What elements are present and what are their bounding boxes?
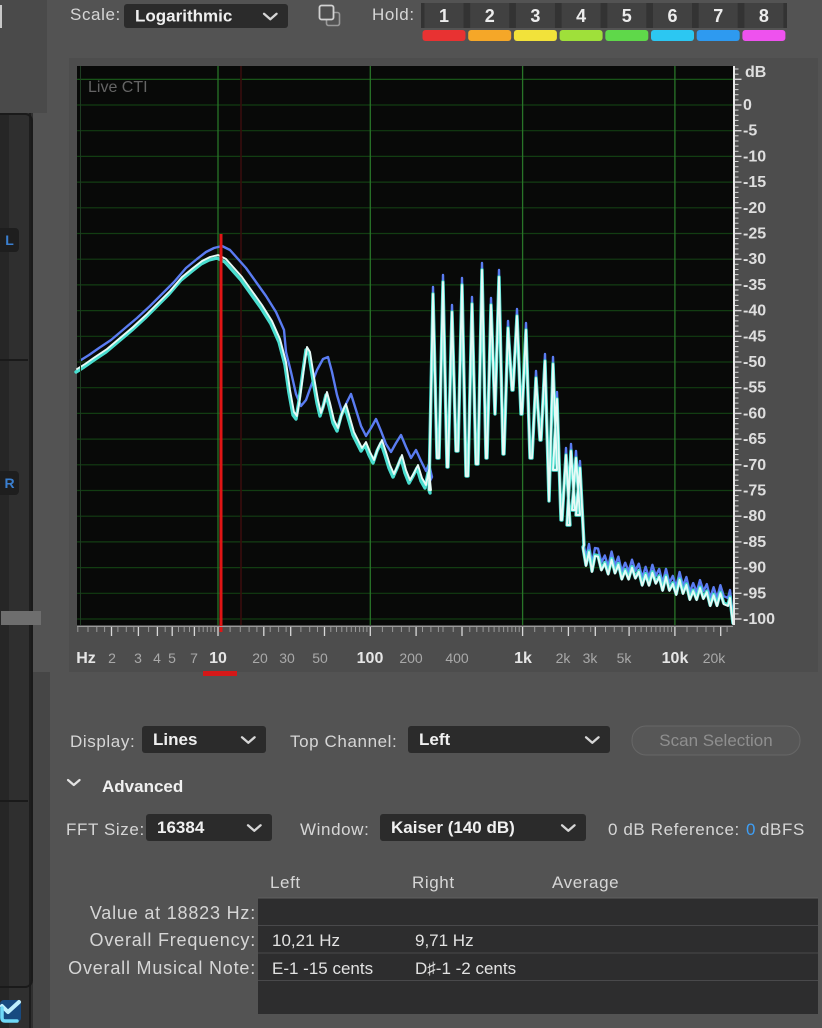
svg-text:0: 0 <box>746 820 755 839</box>
svg-text:2: 2 <box>485 6 495 26</box>
svg-text:1: 1 <box>439 6 449 26</box>
svg-text:20k: 20k <box>703 650 727 666</box>
svg-text:Logarithmic: Logarithmic <box>135 7 232 26</box>
svg-text:Scale:: Scale: <box>70 5 121 24</box>
svg-text:Overall Frequency:: Overall Frequency: <box>90 930 256 950</box>
svg-text:Value at 18823 Hz:: Value at 18823 Hz: <box>90 903 256 923</box>
svg-text:Overall Musical Note:: Overall Musical Note: <box>68 958 256 978</box>
svg-text:30: 30 <box>279 650 295 666</box>
svg-text:9,71 Hz: 9,71 Hz <box>415 931 474 950</box>
svg-text:Scan Selection: Scan Selection <box>659 731 772 750</box>
svg-text:-80: -80 <box>743 508 766 525</box>
svg-text:D♯-1 -2 cents: D♯-1 -2 cents <box>415 959 516 978</box>
svg-text:Left: Left <box>270 873 301 892</box>
svg-text:-70: -70 <box>743 457 766 474</box>
svg-text:1k: 1k <box>514 650 532 667</box>
svg-text:-60: -60 <box>743 405 766 422</box>
svg-text:E-1 -15 cents: E-1 -15 cents <box>272 959 373 978</box>
svg-text:4: 4 <box>576 6 586 26</box>
svg-text:dBFS: dBFS <box>760 820 805 839</box>
svg-text:10k: 10k <box>662 650 689 667</box>
svg-text:100: 100 <box>357 650 384 667</box>
svg-text:-50: -50 <box>743 354 766 371</box>
svg-text:Window:: Window: <box>300 820 369 839</box>
svg-text:Live CTI: Live CTI <box>88 79 148 96</box>
svg-text:0 dB Reference:: 0 dB Reference: <box>608 820 740 839</box>
svg-text:-95: -95 <box>743 585 766 602</box>
svg-text:-90: -90 <box>743 560 766 577</box>
svg-text:-30: -30 <box>743 251 766 268</box>
svg-text:7: 7 <box>713 6 723 26</box>
svg-text:3: 3 <box>530 6 540 26</box>
svg-text:20: 20 <box>252 650 268 666</box>
svg-text:-55: -55 <box>743 380 766 397</box>
svg-text:400: 400 <box>445 650 469 666</box>
svg-text:7: 7 <box>190 650 198 666</box>
svg-text:5: 5 <box>168 650 176 666</box>
svg-text:Left: Left <box>419 730 451 749</box>
svg-text:3: 3 <box>134 650 142 666</box>
svg-text:10: 10 <box>209 650 227 667</box>
svg-text:5: 5 <box>622 6 632 26</box>
svg-text:-100: -100 <box>743 611 775 628</box>
svg-text:10,21 Hz: 10,21 Hz <box>272 931 340 950</box>
svg-text:Hz: Hz <box>76 650 96 667</box>
svg-text:200: 200 <box>399 650 423 666</box>
svg-text:50: 50 <box>312 650 328 666</box>
svg-text:dB: dB <box>745 64 766 81</box>
svg-text:8: 8 <box>759 6 769 26</box>
svg-text:-15: -15 <box>743 174 766 191</box>
svg-text:Right: Right <box>412 873 455 892</box>
svg-text:-40: -40 <box>743 303 766 320</box>
svg-text:Display:: Display: <box>70 732 135 751</box>
svg-text:-35: -35 <box>743 277 766 294</box>
svg-text:-75: -75 <box>743 483 766 500</box>
svg-text:Advanced: Advanced <box>102 777 183 796</box>
svg-text:-65: -65 <box>743 431 766 448</box>
svg-text:Lines: Lines <box>153 730 197 749</box>
svg-text:5k: 5k <box>617 650 633 666</box>
svg-text:-20: -20 <box>743 200 766 217</box>
svg-text:0: 0 <box>743 97 752 114</box>
svg-text:16384: 16384 <box>157 818 205 837</box>
svg-text:-25: -25 <box>743 226 766 243</box>
svg-text:6: 6 <box>667 6 677 26</box>
svg-text:-45: -45 <box>743 328 766 345</box>
svg-text:-5: -5 <box>743 123 757 140</box>
svg-text:3k: 3k <box>583 650 599 666</box>
svg-text:-85: -85 <box>743 534 766 551</box>
svg-text:FFT Size:: FFT Size: <box>66 820 145 839</box>
svg-text:4: 4 <box>153 650 161 666</box>
svg-text:2: 2 <box>108 650 116 666</box>
svg-text:Average: Average <box>552 873 619 892</box>
svg-text:-10: -10 <box>743 148 766 165</box>
svg-text:Hold:: Hold: <box>372 5 415 24</box>
svg-text:Kaiser (140 dB): Kaiser (140 dB) <box>391 818 515 837</box>
svg-text:Top Channel:: Top Channel: <box>290 732 397 751</box>
svg-text:2k: 2k <box>556 650 572 666</box>
